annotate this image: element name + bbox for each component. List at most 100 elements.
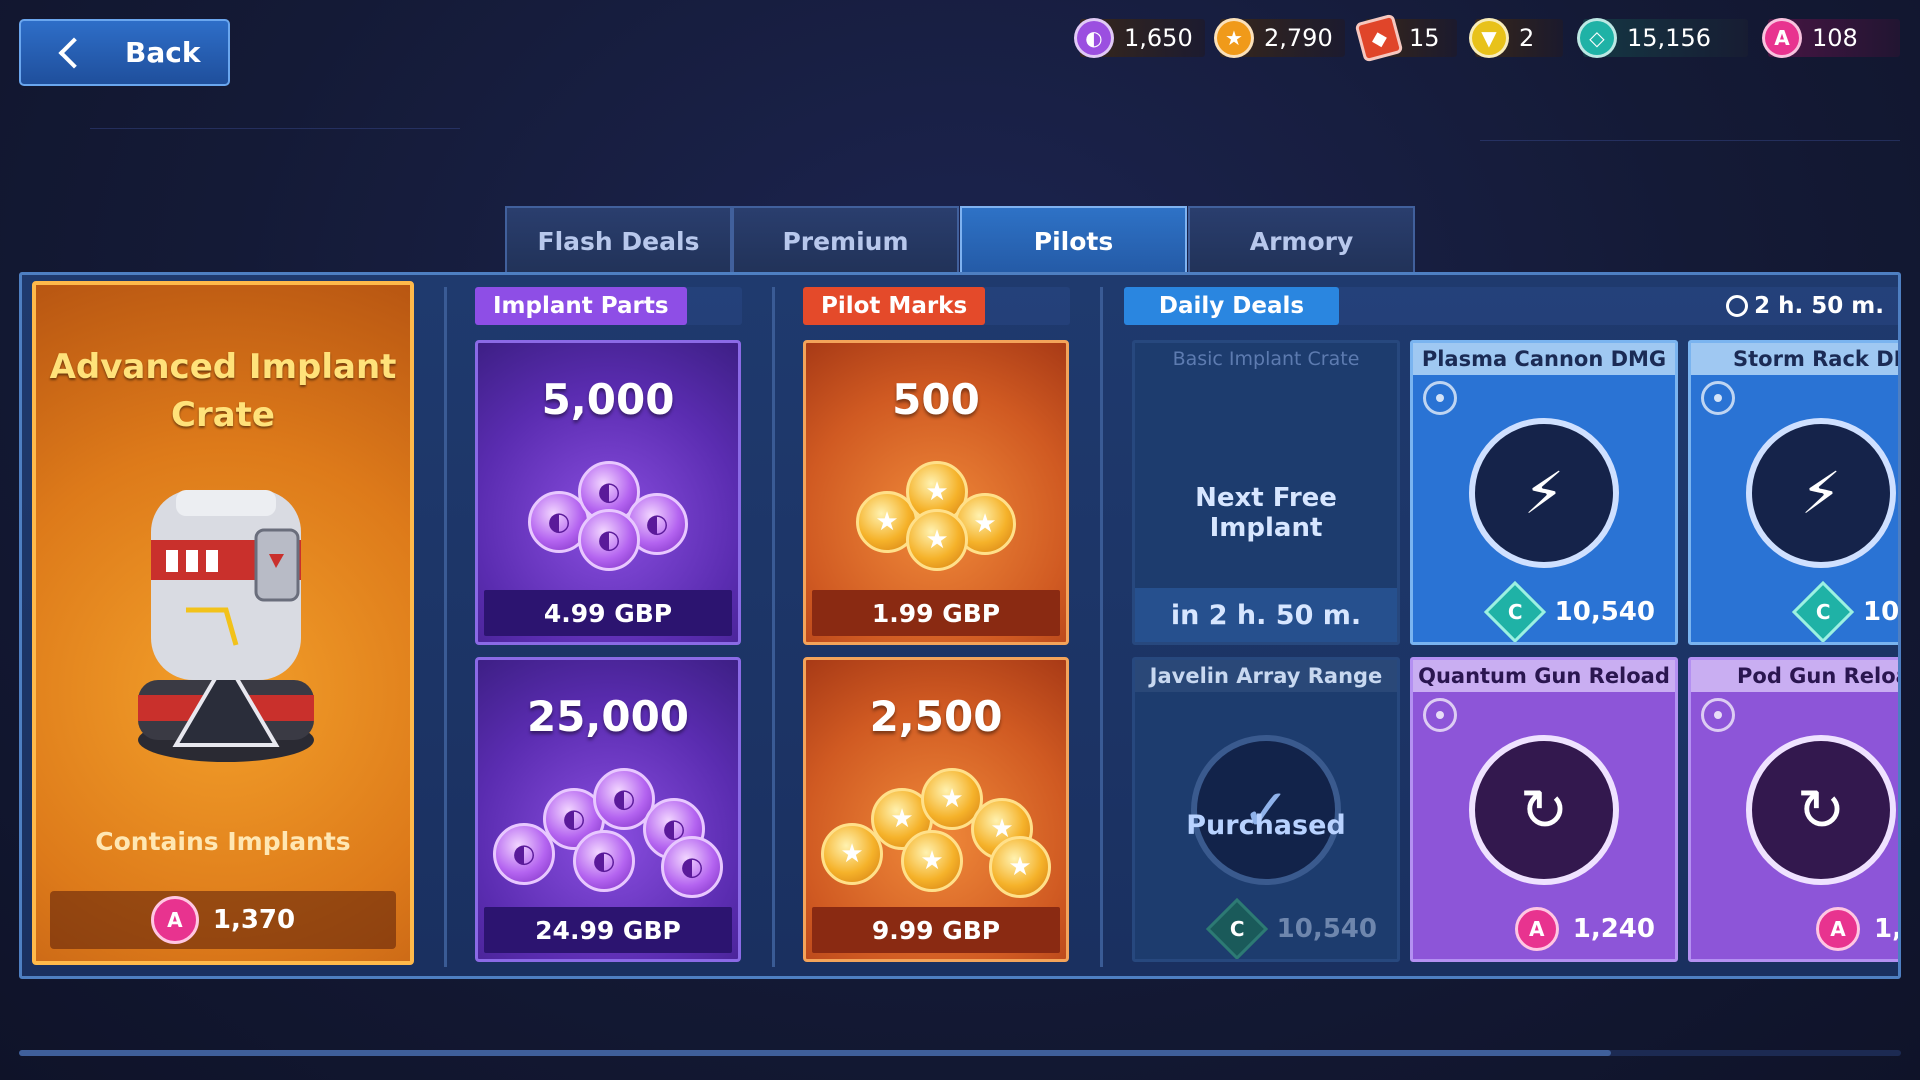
pilot-coins-icon: ★ ★ ★ ★	[836, 451, 1036, 571]
implant-parts-label: Implant Parts	[475, 287, 687, 325]
deal-price-value: 1,240	[1874, 914, 1901, 944]
section-divider	[772, 287, 775, 967]
currency-gems[interactable]: ◇ 15,156	[1577, 18, 1748, 58]
currency-value: 1,650	[1124, 24, 1193, 52]
pilot-coins-icon: ★ ★ ★ ★ ★ ★	[821, 768, 1051, 898]
shop-panel: Advanced Implant Crate Contains Implants…	[19, 272, 1901, 979]
back-label: Back	[125, 36, 201, 69]
purchased-label: Purchased	[1186, 810, 1346, 841]
deal-price-value: 1,240	[1572, 914, 1655, 944]
pilot-marks-icon: ★	[1214, 18, 1254, 58]
implant-parts-offer-1[interactable]: 5,000 ◐ ◐ ◐ ◐ 4.99 GBP	[475, 340, 741, 645]
implant-parts-offer-2[interactable]: 25,000 ◐ ◐ ◐ ◐ ◐ ◐ 24.99 GBP	[475, 657, 741, 962]
background-line	[1480, 140, 1900, 141]
currency-value: 2,790	[1264, 24, 1333, 52]
free-implant-card[interactable]: Basic Implant Crate Next Free Implant in…	[1132, 340, 1400, 645]
platinum-icon: A	[1816, 907, 1860, 951]
offer-amount: 2,500	[869, 692, 1003, 741]
offer-price-button[interactable]: 4.99 GBP	[484, 590, 732, 636]
implant-parts-icon: ◐	[1074, 18, 1114, 58]
target-icon	[1423, 698, 1457, 732]
daily-deals-label: Daily Deals	[1124, 287, 1339, 325]
featured-price: 1,370	[212, 905, 296, 935]
plasma-cannon-icon: ⚡	[1469, 418, 1619, 568]
storm-rack-icon: ⚡	[1746, 418, 1896, 568]
tab-premium[interactable]: Premium	[732, 206, 959, 274]
deal-price: C 10,540	[1483, 580, 1655, 642]
background-line	[90, 128, 460, 129]
target-icon	[1701, 381, 1735, 415]
pilot-marks-offer-1[interactable]: 500 ★ ★ ★ ★ 1.99 GBP	[803, 340, 1069, 645]
pilot-marks-label: Pilot Marks	[803, 287, 986, 325]
deal-storm-rack-dmg[interactable]: Storm Rack DMG ⚡ C 10,540	[1688, 340, 1900, 645]
clock-icon	[1726, 295, 1749, 317]
tab-flash-deals[interactable]: Flash Deals	[505, 206, 732, 274]
section-divider	[444, 287, 447, 967]
featured-subtitle: Contains Implants	[95, 827, 351, 856]
implant-parts-header: Implant Parts	[475, 287, 742, 325]
tab-pilots[interactable]: Pilots	[960, 206, 1187, 274]
implant-crate-image	[138, 490, 314, 762]
currency-value: 15,156	[1627, 24, 1711, 52]
target-icon	[1701, 698, 1735, 732]
deal-title: Plasma Cannon DMG	[1413, 343, 1675, 375]
deal-plasma-cannon-dmg[interactable]: Plasma Cannon DMG ⚡ C 10,540	[1410, 340, 1678, 645]
platinum-icon: A	[1762, 18, 1802, 58]
deal-title: Pod Gun Reload	[1691, 660, 1898, 692]
gem-icon: C	[1791, 580, 1855, 642]
offer-amount: 25,000	[526, 692, 690, 741]
pod-gun-icon: ↻	[1746, 735, 1896, 885]
daily-deals-timer: 2 h. 50 m.	[1726, 287, 1884, 325]
pilot-marks-offer-2[interactable]: 2,500 ★ ★ ★ ★ ★ ★ 9.99 GBP	[803, 657, 1069, 962]
timer-text: 2 h. 50 m.	[1754, 293, 1884, 319]
currency-value: 108	[1812, 24, 1858, 52]
offer-price-button[interactable]: 24.99 GBP	[484, 907, 732, 953]
currency-platinum[interactable]: A 108	[1762, 18, 1900, 58]
currency-tickets[interactable]: ◆ 15	[1354, 13, 1457, 63]
offer-amount: 500	[892, 375, 980, 424]
section-divider	[1100, 287, 1103, 967]
deal-title: Storm Rack DMG	[1691, 343, 1898, 375]
token-icon: ▼	[1469, 18, 1509, 58]
scrollbar-thumb[interactable]	[19, 1050, 1611, 1056]
horizontal-scrollbar[interactable]	[19, 1050, 1901, 1056]
currency-implant-parts[interactable]: ◐ 1,650	[1074, 18, 1205, 58]
implant-coins-icon: ◐ ◐ ◐ ◐	[508, 451, 708, 571]
back-button[interactable]: Back	[19, 19, 230, 86]
chevron-left-icon	[58, 36, 90, 69]
deal-price-value: 10,540	[1863, 597, 1900, 627]
deal-price-value: 10,540	[1554, 597, 1655, 627]
implant-coins-icon: ◐ ◐ ◐ ◐ ◐ ◐	[493, 768, 723, 898]
currency-value: 15	[1409, 24, 1440, 52]
target-icon	[1423, 381, 1457, 415]
currency-tokens[interactable]: ▼ 2	[1469, 18, 1563, 58]
free-card-title: Basic Implant Crate	[1172, 348, 1360, 370]
deal-title: Quantum Gun Reload	[1413, 660, 1675, 692]
gem-icon: C	[1205, 897, 1268, 959]
daily-deals-header: Daily Deals 2 h. 50 m.	[1124, 287, 1898, 325]
deal-price: C 10,540	[1205, 897, 1377, 959]
deal-title: Javelin Array Range	[1135, 660, 1397, 692]
currency-value: 2	[1519, 24, 1535, 52]
free-card-label: Next Free Implant	[1195, 483, 1337, 543]
deal-price: A 1,240	[1816, 907, 1901, 951]
free-card-timer: in 2 h. 50 m.	[1135, 588, 1397, 642]
featured-title: Advanced Implant Crate	[49, 347, 397, 435]
ticket-icon: ◆	[1354, 13, 1404, 63]
offer-price-button[interactable]: 1.99 GBP	[812, 590, 1060, 636]
featured-crate-card[interactable]: Advanced Implant Crate Contains Implants…	[32, 281, 414, 965]
pilot-marks-header: Pilot Marks	[803, 287, 1070, 325]
platinum-icon: A	[1514, 907, 1559, 951]
tab-armory[interactable]: Armory	[1188, 206, 1415, 274]
deal-price: C 10,540	[1791, 580, 1900, 642]
deal-price: A 1,240	[1514, 907, 1655, 951]
deal-price-value: 10,540	[1276, 914, 1377, 944]
quantum-gun-icon: ↻	[1469, 735, 1619, 885]
deal-javelin-array-range: Javelin Array Range ✓ Purchased C 10,540	[1132, 657, 1400, 962]
deal-pod-gun-reload[interactable]: Pod Gun Reload ↻ A 1,240	[1688, 657, 1901, 962]
gem-icon: ◇	[1577, 18, 1617, 58]
offer-price-button[interactable]: 9.99 GBP	[812, 907, 1060, 953]
currency-pilot-marks[interactable]: ★ 2,790	[1214, 18, 1345, 58]
featured-price-button[interactable]: A 1,370	[50, 891, 396, 949]
deal-quantum-gun-reload[interactable]: Quantum Gun Reload ↻ A 1,240	[1410, 657, 1678, 962]
